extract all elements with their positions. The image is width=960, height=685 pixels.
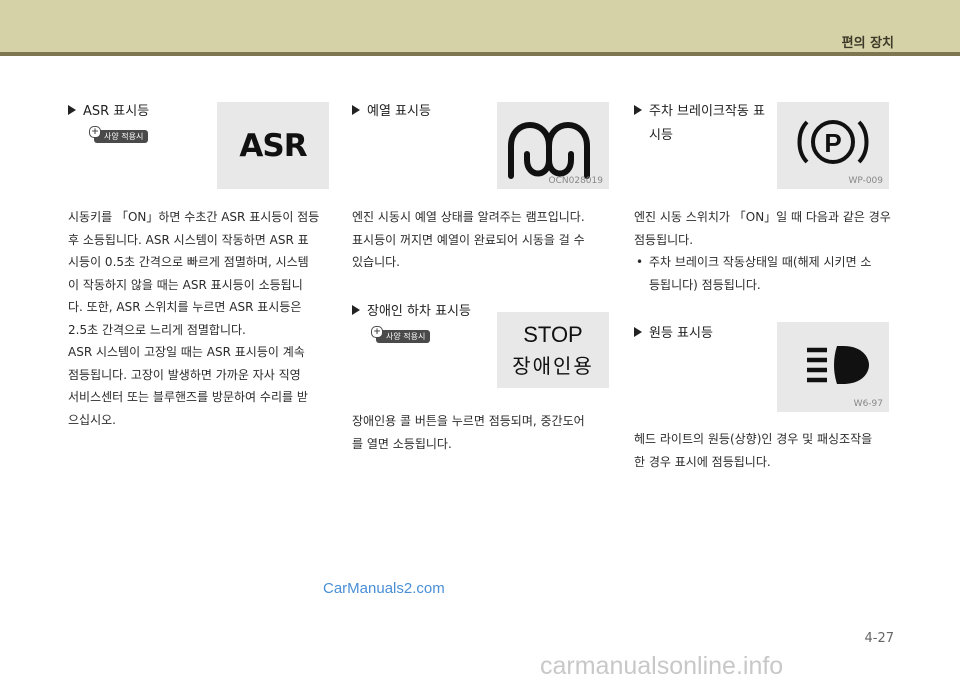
triangle-bullet-icon [68, 105, 76, 115]
figure-code: OCN028019 [548, 176, 603, 186]
option-badge: + 사양 적용시 [371, 326, 431, 343]
text-line: 점등됩니다. 고장이 발생하면 가까운 자사 직영 [68, 367, 301, 382]
high-beam-heading: 원등 표시등 [634, 324, 713, 343]
stop-label: STOP [523, 322, 583, 347]
text-line: 2.5초 간격으로 느리게 점멸합니다. [68, 322, 246, 337]
text-line: 엔진 시동시 예열 상태를 알려주는 램프입니다. [352, 210, 585, 224]
text-line: 이 작동하지 않을 때는 ASR 표시등이 소등됩니 [68, 277, 303, 292]
asr-icon: ASR [239, 128, 307, 164]
page-number: 4-27 [864, 631, 894, 646]
disabled-label: 장애인용 [512, 354, 594, 378]
parking-brake-indicator-image: P WP-009 [777, 102, 889, 189]
asr-indicator-image: ASR [217, 102, 329, 189]
text-line: 다. 또한, ASR 스위치를 누르면 ASR 표시등은 [68, 300, 302, 314]
high-beam-description: 헤드 라이트의 원등(상향)인 경우 및 패싱조작을한 경우 표시에 점등됩니다… [634, 428, 899, 473]
asr-heading: ASR 표시등 [68, 102, 149, 121]
option-badge: + 사양 적용시 [89, 126, 149, 143]
section-title: 편의 장치 [841, 36, 894, 51]
header-divider [0, 52, 960, 56]
stop-indicator-image: STOP 장애인용 [497, 312, 609, 388]
preheat-description: 엔진 시동시 예열 상태를 알려주는 램프입니다. 표시등이 꺼지면 예열이 완료… [352, 206, 622, 274]
disabled-exit-description: 장애인용 콜 버튼을 누르면 점등되며, 중간도어를 열면 소등됩니다. [352, 410, 622, 455]
text-line: 있습니다. [352, 255, 400, 269]
parking-brake-heading: 주차 브레이크작동 표 [634, 102, 765, 121]
watermark-link[interactable]: CarManuals2.com [323, 580, 445, 597]
disabled-exit-heading: 장애인 하차 표시등 [352, 302, 471, 321]
figure-code: W6-97 [853, 399, 883, 409]
parking-brake-heading-line2: 시등 [649, 128, 673, 143]
text-line: 한 경우 표시에 점등됩니다. [634, 454, 771, 469]
preheat-indicator-image: OCN028019 [497, 102, 609, 189]
text-line: 시등이 0.5초 간격으로 빠르게 점멸하며, 시스템 [68, 255, 309, 269]
text-line: 장애인용 콜 버튼을 누르면 점등되며, 중간도어 [352, 414, 585, 428]
text-line: 후 소등됩니다. ASR 시스템이 작동하면 ASR 표 [68, 232, 309, 247]
plus-icon: + [371, 326, 383, 338]
text-line: 엔진 시동 스위치가 「ON」일 때 다음과 같은 경우 [634, 210, 891, 224]
figure-code: WP-009 [848, 176, 883, 186]
parking-brake-bullet: • 주차 브레이크 작동상태일 때(해제 시키면 소 등됩니다) 점등됩니다. [634, 251, 899, 296]
text-line: 를 열면 소등됩니다. [352, 436, 452, 451]
triangle-bullet-icon [352, 105, 360, 115]
bullet-dot-icon: • [636, 255, 644, 269]
triangle-bullet-icon [634, 105, 642, 115]
header-bar [0, 0, 960, 52]
asr-description: 시동키를 「ON」하면 수초간 ASR 표시등이 점등후 소등됩니다. ASR … [68, 206, 338, 431]
text-line: 으십시오. [68, 412, 116, 427]
text-line: 헤드 라이트의 원등(상향)인 경우 및 패싱조작을 [634, 432, 873, 446]
text-line: 표시등이 꺼지면 예열이 완료되어 시동을 걸 수 [352, 232, 585, 247]
high-beam-indicator-image: W6-97 [777, 322, 889, 412]
parking-brake-description: 엔진 시동 스위치가 「ON」일 때 다음과 같은 경우점등됩니다. [634, 206, 899, 251]
text-line: 점등됩니다. [634, 232, 694, 247]
plus-icon: + [89, 126, 101, 138]
preheat-heading: 예열 표시등 [352, 102, 431, 121]
text-line: 시동키를 「ON」하면 수초간 ASR 표시등이 점등 [68, 210, 320, 224]
svg-text:P: P [824, 128, 841, 158]
footer-watermark: carmanualsonline.info [540, 652, 784, 680]
triangle-bullet-icon [634, 327, 642, 337]
text-line: ASR 시스템이 고장일 때는 ASR 표시등이 계속 [68, 345, 305, 359]
text-line: 서비스센터 또는 블루핸즈를 방문하여 수리를 받 [68, 390, 308, 404]
triangle-bullet-icon [352, 305, 360, 315]
